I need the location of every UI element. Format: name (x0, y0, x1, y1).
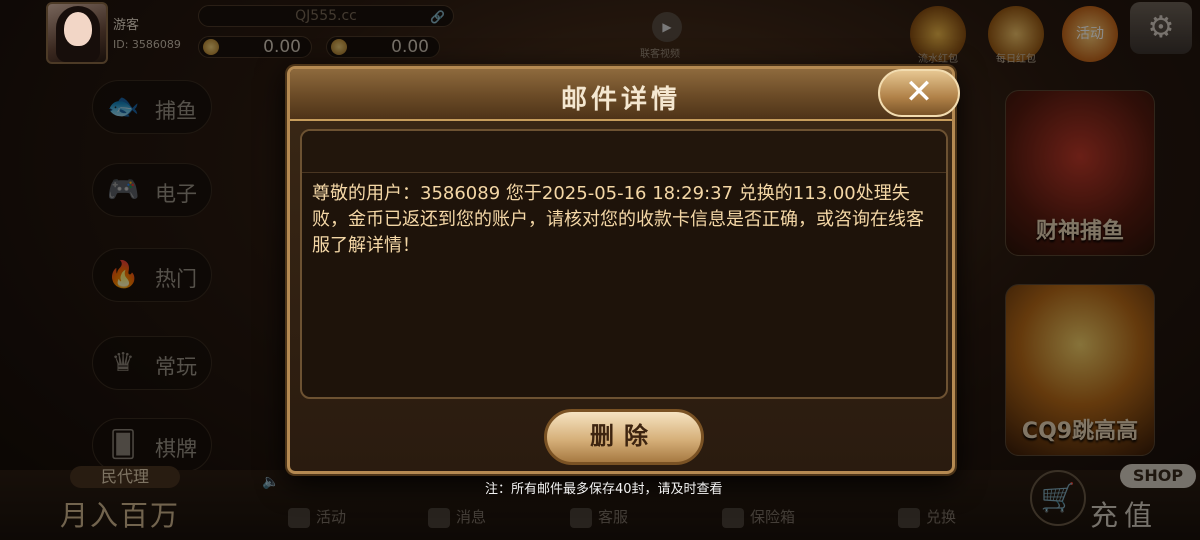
mail-detail-dialog: 邮件详情 ✕ 尊敬的用户：3586089 您于2025-05-16 18:29:… (287, 66, 960, 474)
mail-message: 尊敬的用户：3586089 您于2025-05-16 18:29:37 兑换的1… (312, 183, 924, 256)
mail-subject-strip (302, 131, 946, 173)
close-button[interactable]: ✕ (878, 69, 960, 117)
delete-button[interactable]: 删除 (544, 409, 704, 465)
dialog-title: 邮件详情 (560, 85, 681, 115)
avatar-face (64, 12, 92, 46)
dialog-header: 邮件详情 (290, 69, 952, 121)
mail-note: 注：所有邮件最多保存40封，请及时查看 (485, 482, 723, 497)
mail-content-box: 尊敬的用户：3586089 您于2025-05-16 18:29:37 兑换的1… (300, 129, 948, 399)
